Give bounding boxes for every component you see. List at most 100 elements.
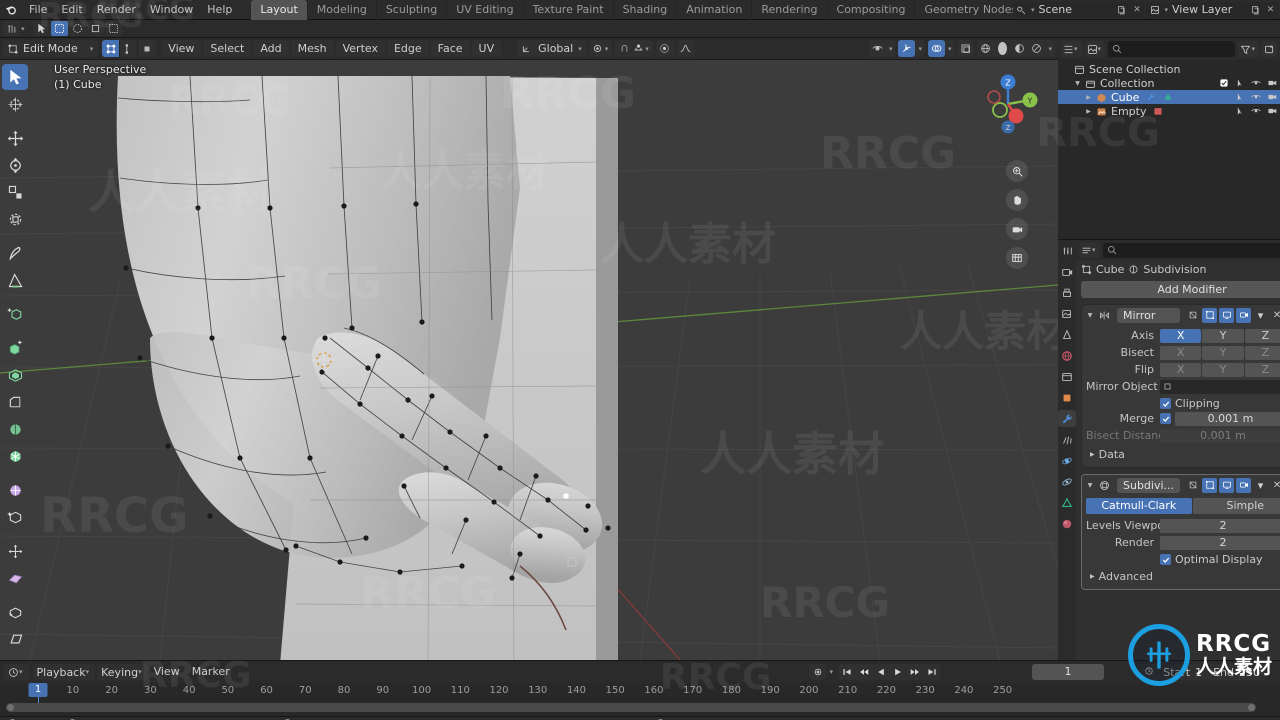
auto-keying-record-icon[interactable] <box>809 664 827 680</box>
transform-tool[interactable] <box>2 206 28 232</box>
checkbox-merge[interactable] <box>1160 413 1171 424</box>
jump-start-icon[interactable] <box>838 664 855 680</box>
bevel-tool[interactable] <box>2 389 28 415</box>
view-layer-tab[interactable] <box>1058 305 1076 322</box>
viewport-menu-face[interactable]: Face <box>430 40 470 57</box>
mesh-data-icon[interactable] <box>1162 92 1173 103</box>
properties-search-input[interactable] <box>1102 242 1280 258</box>
axis-button-y[interactable]: Y <box>1202 345 1244 360</box>
modifier-remove-button[interactable]: ✕ <box>1270 480 1280 491</box>
overlays-group[interactable]: ▾ <box>927 40 955 57</box>
tool-tab[interactable] <box>1058 242 1076 259</box>
material-tab[interactable] <box>1058 515 1076 532</box>
edge-select-mode[interactable] <box>120 40 139 57</box>
current-frame-field[interactable]: 1 <box>1032 664 1104 680</box>
render-display-toggle[interactable] <box>1236 477 1252 493</box>
outliner-filter-id-selector[interactable]: ▾ <box>1084 41 1106 57</box>
viewport-menu-vertex[interactable]: Vertex <box>335 40 385 57</box>
axis-button-z[interactable]: Z <box>1244 345 1280 360</box>
merge-threshold-field[interactable]: 0.001 m <box>1175 411 1280 426</box>
viewport-menu-edge[interactable]: Edge <box>386 40 429 57</box>
timeline-editor-type-button[interactable]: ▾ <box>4 664 29 680</box>
outliner-row-empty[interactable]: ▶ Empty <box>1058 104 1280 118</box>
scrollbar-left-handle[interactable] <box>7 704 14 711</box>
new-view-layer-button[interactable] <box>1248 2 1263 18</box>
expand-triangle-icon[interactable]: ▼ <box>1085 482 1095 489</box>
menu-window[interactable]: Window <box>143 0 200 20</box>
outliner-filter-button[interactable]: ▾ <box>1238 41 1259 57</box>
tweak-select-tool[interactable] <box>2 64 28 90</box>
workspace-tab-geometry-nodes[interactable]: Geometry Nodes <box>914 0 1026 20</box>
viewport-menu-select[interactable]: Select <box>203 40 252 57</box>
viewport-menu-add[interactable]: Add <box>253 40 289 57</box>
jump-end-icon[interactable] <box>923 664 940 680</box>
pivot-point-selector[interactable]: ▾ <box>588 40 613 57</box>
add-modifier-button[interactable]: Add Modifier ▾ <box>1081 281 1280 298</box>
shading-mode-group[interactable]: ▾ <box>977 40 1055 57</box>
modifier-panel-mirror[interactable]: ▼Mirror▾✕⠿AxisXYZBisectXYZFlipXYZMirror … <box>1081 304 1280 468</box>
workspace-tab-rendering[interactable]: Rendering <box>751 0 826 20</box>
playhead[interactable]: 1 <box>28 683 48 697</box>
axis-button-x[interactable]: X <box>1160 345 1202 360</box>
subpanel-data[interactable]: ▶ Data <box>1086 445 1280 462</box>
render-display-toggle[interactable] <box>1236 307 1252 323</box>
modifier-panel-subdivi[interactable]: ▼Subdivi...▾✕⠿Catmull-ClarkSimpleLevels … <box>1081 474 1280 590</box>
remove-scene-button[interactable]: ✕ <box>1129 2 1144 18</box>
outliner-render-toggle[interactable] <box>1266 106 1277 117</box>
cursor-tool[interactable] <box>2 91 28 117</box>
falloff-curve-selector[interactable] <box>676 40 695 57</box>
viewport-menu-mesh[interactable]: Mesh <box>290 40 334 57</box>
axis-button-z[interactable]: Z <box>1244 328 1280 343</box>
modifier-wrench-icon[interactable] <box>1145 92 1156 103</box>
visibility-eye-icon[interactable] <box>869 40 886 57</box>
on-cage-toggle[interactable] <box>1185 478 1200 493</box>
outliner-display-mode-selector[interactable]: ▾ <box>1061 41 1082 57</box>
realtime-display-toggle[interactable] <box>1219 307 1235 323</box>
extrude-region-tool[interactable] <box>2 335 28 361</box>
outliner-render-toggle[interactable] <box>1266 92 1277 103</box>
workspace-tab-modeling[interactable]: Modeling <box>306 0 376 20</box>
xray-toggle[interactable] <box>957 40 975 57</box>
realtime-display-toggle[interactable] <box>1219 477 1235 493</box>
annotate-tool[interactable] <box>2 240 28 266</box>
timeline-scrollbar[interactable] <box>6 703 1256 712</box>
inset-faces-tool[interactable] <box>2 362 28 388</box>
object-visibility-group[interactable]: ▾ <box>868 40 896 57</box>
mode-selector[interactable]: Edit Mode ▾ <box>3 40 99 57</box>
new-scene-button[interactable] <box>1114 2 1129 18</box>
workspace-tab-uv-editing[interactable]: UV Editing <box>446 0 522 20</box>
menu-file[interactable]: File <box>22 0 54 20</box>
orthographic-toggle-icon[interactable] <box>1006 247 1028 269</box>
camera-view-icon[interactable] <box>1006 218 1028 240</box>
poly-build-tool[interactable] <box>2 477 28 503</box>
remove-view-layer-button[interactable]: ✕ <box>1263 2 1278 18</box>
loop-cut-tool[interactable] <box>2 416 28 442</box>
outliner-checkbox-toggle[interactable] <box>1218 78 1229 89</box>
scene-selector[interactable]: ▾ Scene ✕ <box>1012 2 1145 18</box>
menu-edit[interactable]: Edit <box>54 0 89 20</box>
navigation-gizmo[interactable]: Z Y Z <box>972 68 1044 140</box>
play-icon[interactable] <box>889 664 906 680</box>
disclosure-triangle-icon[interactable]: ▶ <box>1083 108 1094 115</box>
on-cage-toggle[interactable] <box>1185 308 1200 323</box>
cursor-icon[interactable] <box>32 21 50 36</box>
outliner-row-collection[interactable]: ▼ Collection <box>1058 76 1280 90</box>
move-tool[interactable] <box>2 125 28 151</box>
modifier-name-field[interactable]: Subdivi... <box>1117 477 1181 493</box>
viewport-menu-view[interactable]: View <box>161 40 202 57</box>
overlays-icon[interactable] <box>927 40 945 57</box>
disclosure-triangle-icon[interactable]: ▶ <box>1083 94 1094 101</box>
play-reverse-icon[interactable] <box>872 664 889 680</box>
modifier-name-field[interactable]: Mirror <box>1117 307 1181 323</box>
image-data-icon[interactable] <box>1152 106 1163 117</box>
workspace-tab-shading[interactable]: Shading <box>612 0 677 20</box>
constraints-tab[interactable] <box>1058 473 1076 490</box>
outliner-hide-toggle[interactable] <box>1250 78 1261 89</box>
new-collection-button[interactable] <box>1262 41 1277 57</box>
scale-tool[interactable] <box>2 179 28 205</box>
transform-orientation-selector[interactable]: Global ▾ <box>517 40 586 57</box>
wireframe-shading-button[interactable] <box>977 40 994 57</box>
physics-tab[interactable] <box>1058 452 1076 469</box>
gizmo-group[interactable]: ▾ <box>898 40 925 57</box>
outliner-row-scene-collection[interactable]: Scene Collection <box>1058 62 1280 76</box>
